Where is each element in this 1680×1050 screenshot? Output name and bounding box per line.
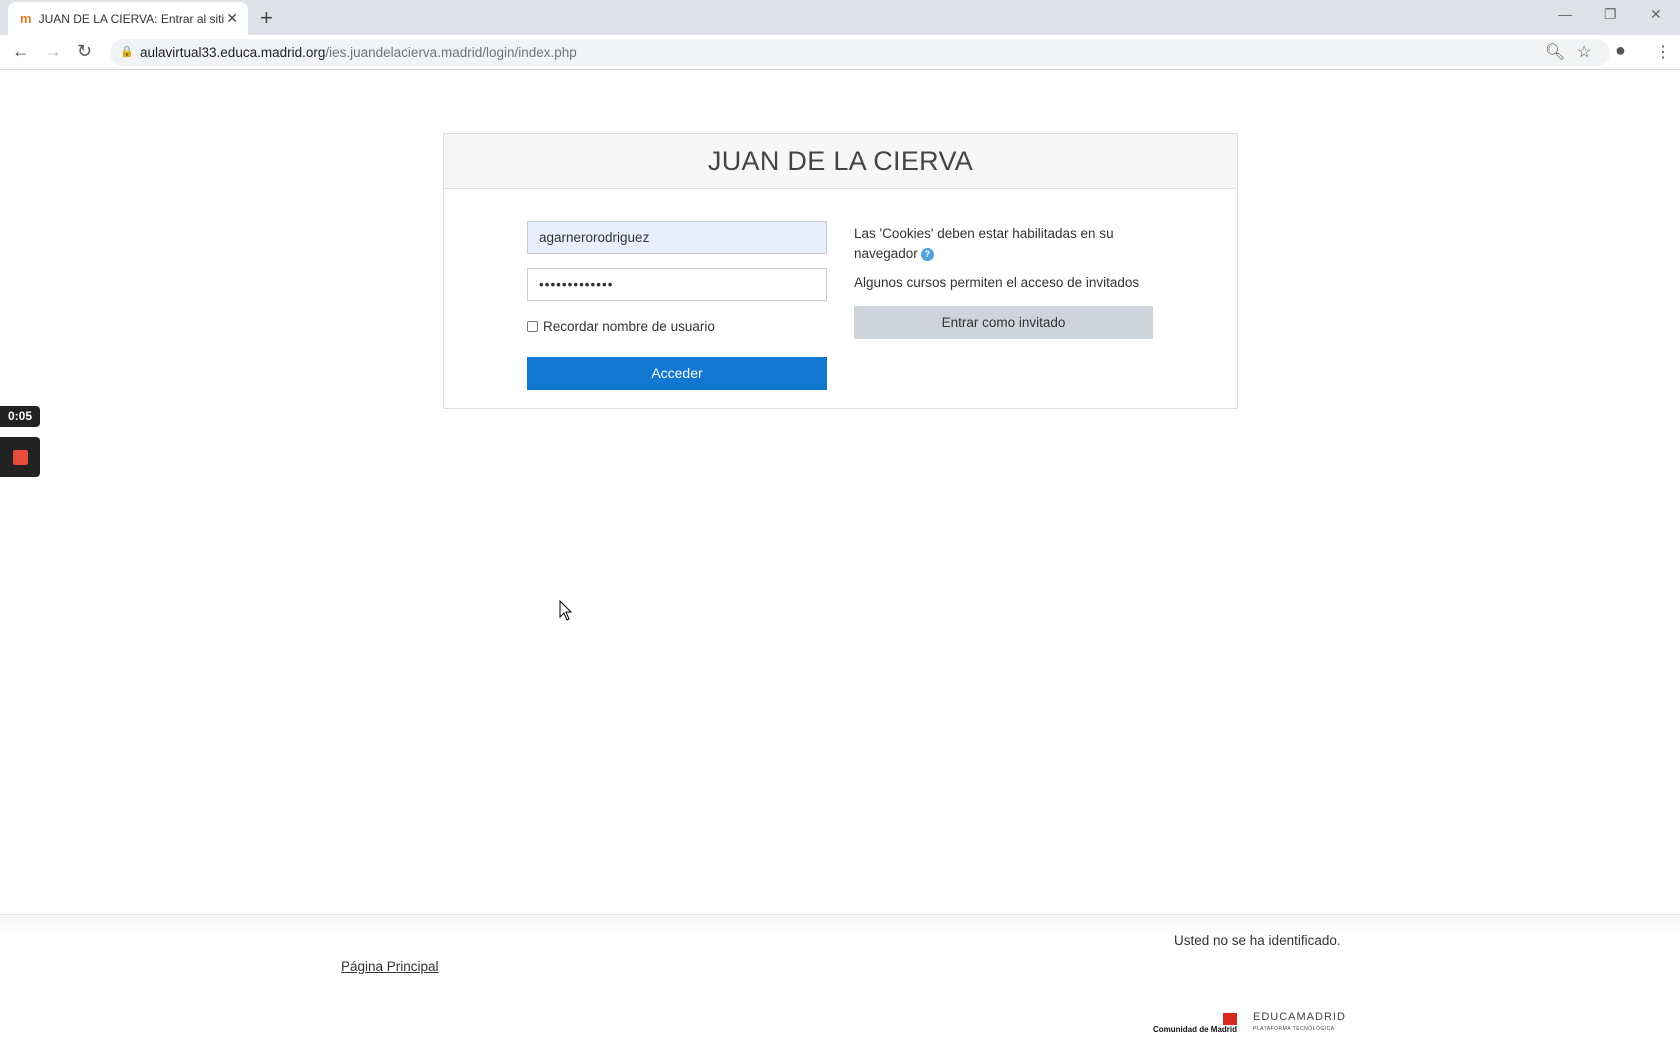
remember-checkbox[interactable] (527, 321, 538, 332)
cookies-text: Las 'Cookies' deben estar habilitadas en… (854, 226, 1114, 261)
tab-bar: m JUAN DE LA CIERVA: Entrar al siti ✕ + … (0, 0, 1680, 35)
url-path: /ies.juandelacierva.madrid/login/index.p… (325, 45, 577, 60)
recording-timer: 0:05 (0, 406, 40, 427)
moodle-favicon-icon: m (20, 11, 32, 26)
profile-icon[interactable]: ● (1615, 40, 1626, 61)
url-host: aulavirtual33.educa.madrid.org (140, 45, 326, 60)
minimize-icon[interactable]: — (1558, 6, 1572, 22)
stop-recording-button[interactable] (0, 437, 40, 477)
logo2-subtext: PLATAFORMA TECNOLÓGICA (1253, 1026, 1335, 1032)
restore-icon[interactable]: ❐ (1604, 6, 1617, 23)
footer-logos: Comunidad de Madrid EDUCAMADRID PLATAFORM… (1153, 1011, 1346, 1035)
site-title: JUAN DE LA CIERVA (444, 134, 1237, 189)
username-input[interactable]: agarnerorodriguez (527, 221, 827, 254)
zoom-icon[interactable]: 🔍︎ (1545, 42, 1565, 62)
close-window-icon[interactable]: ✕ (1650, 6, 1662, 23)
lock-icon[interactable]: 🔒 (120, 45, 134, 58)
remember-label: Recordar nombre de usuario (543, 319, 715, 334)
footer: Página Principal Usted no se ha identifi… (0, 914, 1680, 1050)
browser-tab[interactable]: m JUAN DE LA CIERVA: Entrar al siti ✕ (8, 2, 248, 35)
cookies-notice: Las 'Cookies' deben estar habilitadas en… (854, 224, 1154, 264)
remember-username[interactable]: Recordar nombre de usuario (527, 319, 715, 334)
address-bar[interactable]: aulavirtual33.educa.madrid.org/ies.juand… (110, 39, 1610, 66)
password-input[interactable]: ••••••••••••• (527, 268, 827, 301)
reload-icon[interactable]: ↻ (77, 41, 92, 62)
guest-login-button[interactable]: Entrar como invitado (854, 306, 1153, 339)
login-status: Usted no se ha identificado. (1174, 933, 1341, 948)
forward-icon[interactable]: → (44, 41, 62, 62)
stop-icon (13, 450, 28, 465)
home-link[interactable]: Página Principal (341, 959, 439, 974)
login-button[interactable]: Acceder (527, 357, 827, 390)
logo2-text: EDUCAMADRID (1253, 1011, 1346, 1023)
bookmark-star-icon[interactable]: ☆ (1577, 42, 1591, 62)
back-icon[interactable]: ← (12, 41, 30, 62)
new-tab-icon[interactable]: + (260, 5, 273, 31)
browser-toolbar: ← → ↻ aulavirtual33.educa.madrid.org/ies… (0, 35, 1680, 70)
help-icon[interactable]: ? (920, 247, 934, 261)
tab-title: JUAN DE LA CIERVA: Entrar al siti (38, 11, 225, 26)
logo1-text: Comunidad de Madrid (1153, 1025, 1237, 1034)
login-card: JUAN DE LA CIERVA agarnerorodriguez ••••… (443, 133, 1238, 409)
educamadrid-logo[interactable]: EDUCAMADRID PLATAFORMA TECNOLÓGICA (1253, 1011, 1346, 1035)
guest-info: Algunos cursos permiten el acceso de inv… (854, 275, 1140, 290)
menu-icon[interactable]: ⋮ (1655, 42, 1671, 62)
comunidad-madrid-logo[interactable]: Comunidad de Madrid (1153, 1013, 1237, 1035)
mouse-cursor-icon (559, 600, 573, 621)
close-tab-icon[interactable]: ✕ (226, 10, 238, 27)
